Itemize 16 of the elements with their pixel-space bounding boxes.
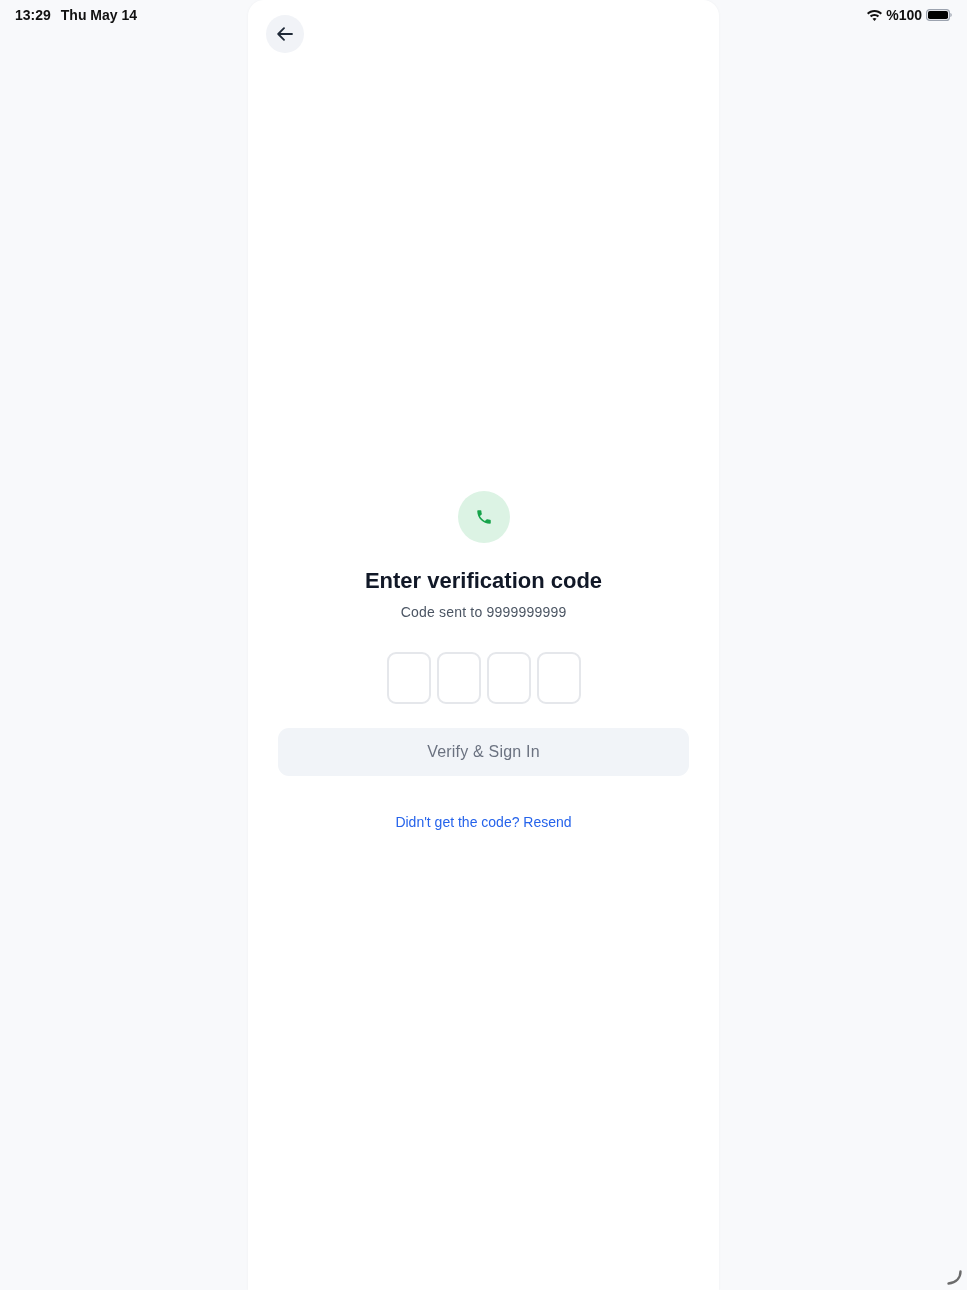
code-digit-field[interactable]: [536, 652, 581, 704]
arrow-left-icon: [277, 27, 293, 41]
code-digit-field[interactable]: [436, 652, 481, 704]
battery-icon: [926, 9, 952, 21]
resend-link[interactable]: Didn't get the code? Resend: [395, 812, 572, 832]
subtitle-text: Code sent to 9999999999: [400, 603, 567, 622]
battery-percent: %100: [886, 6, 922, 24]
code-digit-field[interactable]: [486, 652, 531, 704]
code-digit-field[interactable]: [386, 652, 431, 704]
back-button[interactable]: [266, 15, 304, 53]
wifi-icon: [867, 9, 883, 21]
phone-icon: [457, 491, 510, 543]
status-date: Thu May 14: [60, 6, 138, 24]
status-time: 13:29: [15, 6, 51, 24]
arc-icon: [947, 1270, 962, 1285]
screen-title: Enter verification code: [364, 567, 603, 595]
